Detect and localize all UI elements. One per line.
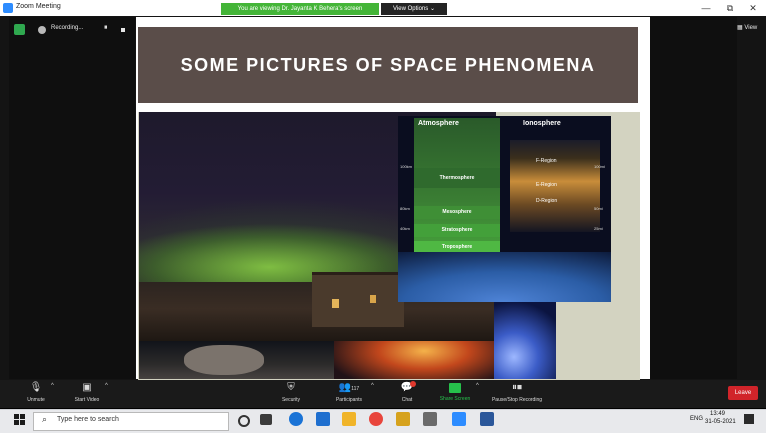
view-button[interactable]: ▦ View	[737, 24, 757, 31]
windows-start-icon[interactable]	[14, 414, 26, 426]
altitude-label: 100km	[400, 164, 413, 169]
pause-recording-icon[interactable]: ⏸	[104, 24, 108, 32]
security-label: Security	[281, 397, 301, 403]
earth-horizon	[398, 252, 611, 302]
participants-button[interactable]: 👥117 Participants	[329, 382, 369, 403]
video-off-icon: ▣	[82, 382, 92, 393]
atmosphere-layers: Thermosphere Mesosphere Stratosphere Tro…	[414, 118, 500, 254]
ionosphere-bands: F-Region E-Region D-Region	[510, 140, 600, 232]
altitude-label: 80km	[400, 206, 410, 211]
solar-flare-photo	[334, 341, 494, 379]
start-video-label: Start Video	[74, 397, 100, 403]
atmosphere-header: Atmosphere	[418, 120, 459, 127]
audio-options-caret-icon[interactable]: ^	[51, 383, 54, 389]
minimize-button[interactable]: —	[694, 2, 718, 14]
participants-label: Participants	[335, 397, 363, 403]
shield-icon: ⛨	[287, 382, 295, 393]
right-video-strip	[650, 17, 737, 379]
pause-stop-recording-button[interactable]: ⏸⏹ Pause/Stop Recording	[488, 382, 546, 403]
ionosphere-header: Ionosphere	[523, 120, 561, 127]
file-explorer-icon[interactable]	[342, 412, 356, 426]
participants-caret-icon[interactable]: ^	[371, 383, 374, 389]
meeting-toolbar	[0, 380, 766, 408]
microphone-muted-icon: 🎙	[29, 382, 43, 393]
language-indicator[interactable]: ENG	[690, 416, 703, 422]
participants-icon: 👥117	[338, 382, 360, 393]
zoom-taskbar-icon[interactable]	[452, 412, 466, 426]
altitude-label: 100mi	[594, 164, 605, 169]
store-icon[interactable]	[316, 412, 330, 426]
viewing-screen-banner: You are viewing Dr. Jayanta K Behera's s…	[221, 3, 379, 15]
pause-stop-label: Pause/Stop Recording	[491, 397, 543, 403]
task-view-icon[interactable]	[260, 414, 272, 425]
layer-thermosphere: Thermosphere	[414, 168, 500, 188]
participants-count: 117	[351, 386, 360, 392]
layer-stratosphere: Stratosphere	[414, 224, 500, 237]
d-region-label: D-Region	[536, 198, 558, 204]
security-button[interactable]: ⛨ Security	[276, 382, 306, 403]
recording-icon	[38, 26, 46, 34]
left-video-strip	[9, 17, 135, 379]
folder-icon[interactable]	[396, 412, 410, 426]
share-screen-button[interactable]: Share Screen	[434, 382, 476, 402]
magnetosphere-photo	[494, 302, 556, 379]
start-video-button[interactable]: ▣ Start Video	[66, 382, 108, 403]
layer-mesosphere: Mesosphere	[414, 206, 500, 219]
maximize-button[interactable]: ⧉	[718, 2, 742, 14]
search-icon: ⌕	[42, 414, 48, 424]
shield-icon[interactable]	[14, 24, 25, 35]
chat-label: Chat	[401, 397, 413, 403]
slide-title: SOME PICTURES OF SPACE PHENOMENA	[138, 27, 638, 103]
share-screen-label: Share Screen	[439, 396, 471, 402]
asteroid-photo	[139, 341, 334, 379]
f-region-label: F-Region	[536, 158, 557, 164]
share-screen-icon	[449, 383, 461, 393]
house-silhouette	[312, 272, 404, 327]
unmute-button[interactable]: 🎙 Unmute	[22, 382, 50, 403]
lit-window	[332, 299, 339, 308]
pause-stop-icon: ⏸⏹	[512, 382, 522, 393]
clock-time[interactable]: 13:49	[710, 411, 725, 417]
recording-label: Recording...	[51, 25, 84, 31]
close-button[interactable]: ✕	[741, 2, 765, 14]
view-options-button[interactable]: View Options ⌄	[381, 3, 447, 15]
cortana-icon[interactable]	[238, 415, 250, 427]
clock-date[interactable]: 31-05-2021	[705, 419, 736, 425]
unmute-label: Unmute	[27, 397, 45, 403]
window-title: Zoom Meeting	[16, 3, 61, 10]
leave-button[interactable]: Leave	[728, 386, 758, 400]
altitude-label: 40km	[400, 226, 410, 231]
altitude-label: 25mi	[594, 226, 603, 231]
stop-recording-icon[interactable]	[121, 28, 125, 32]
altitude-label: 50mi	[594, 206, 603, 211]
asteroid-rock	[184, 345, 264, 375]
video-options-caret-icon[interactable]: ^	[105, 383, 108, 389]
e-region-label: E-Region	[536, 182, 557, 188]
share-options-caret-icon[interactable]: ^	[476, 383, 479, 389]
chat-notification-badge	[410, 381, 416, 387]
zoom-logo-icon	[3, 3, 13, 13]
media-player-icon[interactable]	[423, 412, 437, 426]
chrome-icon[interactable]	[369, 412, 383, 426]
word-icon[interactable]	[480, 412, 494, 426]
lit-window	[370, 295, 376, 303]
search-placeholder[interactable]: Type here to search	[57, 416, 119, 423]
edge-browser-icon[interactable]	[289, 412, 303, 426]
notifications-icon[interactable]	[744, 414, 754, 424]
